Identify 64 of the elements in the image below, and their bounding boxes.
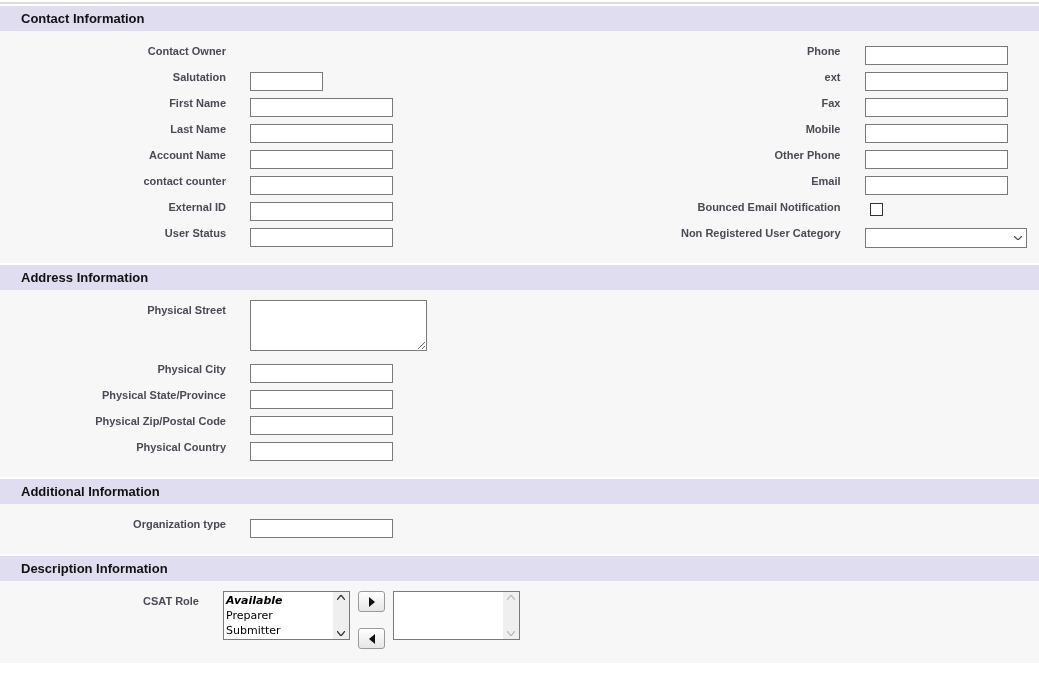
text-input[interactable] xyxy=(864,72,1008,91)
scroll-down-icon xyxy=(337,631,345,636)
text-input[interactable] xyxy=(250,176,393,195)
field-label: Physical Country xyxy=(135,440,226,455)
right-triangle-icon xyxy=(368,596,375,607)
scrollbar[interactable] xyxy=(503,592,519,639)
text-input[interactable] xyxy=(250,442,393,461)
field-label: Physical State/Province xyxy=(100,388,226,403)
text-area[interactable] xyxy=(250,300,427,351)
field-label: Bounced Email Notification xyxy=(696,200,841,215)
field-label: Salutation xyxy=(171,70,226,85)
field-label: ext xyxy=(823,70,841,85)
text-input[interactable] xyxy=(250,364,393,383)
field-label: User Status xyxy=(163,226,226,241)
left-triangle-icon xyxy=(368,633,375,644)
field-label: Phone xyxy=(805,44,841,59)
field-label: Physical Street xyxy=(146,303,226,318)
text-input[interactable] xyxy=(250,124,393,143)
text-input[interactable] xyxy=(250,98,393,117)
listbox-option[interactable]: Submitter xyxy=(226,623,331,638)
field-label: Last Name xyxy=(169,122,226,137)
scrollbar[interactable] xyxy=(333,592,349,639)
selected-listbox[interactable] xyxy=(393,591,520,640)
checkbox[interactable] xyxy=(869,203,883,216)
section-title: Description Information xyxy=(21,559,168,578)
listbox-option[interactable]: Preparer xyxy=(226,608,331,623)
field-label: CSAT Role xyxy=(141,594,199,609)
text-input[interactable] xyxy=(864,150,1008,169)
field-label: Physical Zip/Postal Code xyxy=(94,414,226,429)
dropdown[interactable] xyxy=(864,228,1027,248)
field-label: contact counter xyxy=(142,174,226,189)
field-label: Fax xyxy=(820,96,841,111)
field-label: Account Name xyxy=(147,148,226,163)
field-label: Mobile xyxy=(804,122,841,137)
text-input[interactable] xyxy=(864,98,1008,117)
text-input[interactable] xyxy=(864,176,1008,195)
field-label: Organization type xyxy=(132,517,226,532)
scroll-up-icon xyxy=(337,595,345,600)
chevron-down-icon xyxy=(1013,236,1022,240)
field-label: Other Phone xyxy=(773,148,841,163)
text-input[interactable] xyxy=(250,416,393,435)
field-label: Physical City xyxy=(156,362,226,377)
field-label: Non Registered User Category xyxy=(679,226,841,241)
section-title: Address Information xyxy=(21,268,149,287)
section-title: Contact Information xyxy=(21,9,145,28)
available-listbox[interactable]: Available Preparer Submitter xyxy=(223,591,350,640)
text-input[interactable] xyxy=(250,228,393,247)
field-label: Email xyxy=(810,174,841,189)
text-input[interactable] xyxy=(864,46,1008,65)
text-input[interactable] xyxy=(250,390,393,409)
text-input[interactable] xyxy=(250,150,393,169)
listbox-heading: Available xyxy=(226,593,284,608)
scroll-up-icon xyxy=(507,595,515,600)
remove-button[interactable] xyxy=(358,628,385,649)
field-label: External ID xyxy=(167,200,226,215)
field-label: Contact Owner xyxy=(146,44,226,59)
field-label: First Name xyxy=(168,96,226,111)
text-input[interactable] xyxy=(250,202,393,221)
text-input[interactable] xyxy=(864,124,1008,143)
text-input[interactable] xyxy=(250,519,393,538)
add-button[interactable] xyxy=(358,591,385,612)
scroll-down-icon xyxy=(507,631,515,636)
text-input[interactable] xyxy=(250,72,323,91)
section-title: Additional Information xyxy=(21,482,160,501)
